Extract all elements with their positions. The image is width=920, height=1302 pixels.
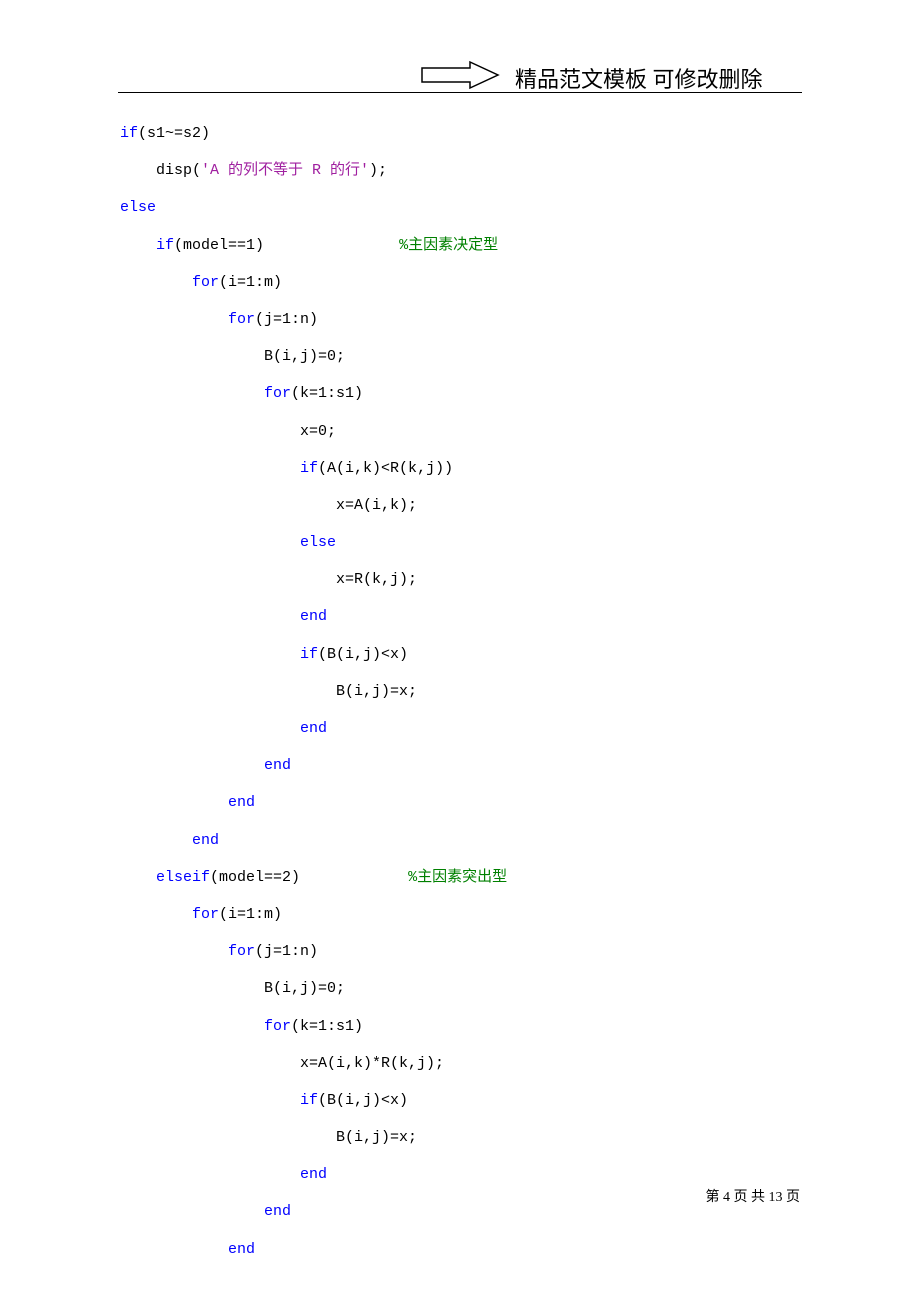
code-text: B(i,j)=0; (264, 348, 345, 365)
code-comment: %主因素突出型 (408, 869, 507, 886)
code-text: B(i,j)=x; (336, 683, 417, 700)
code-text: (j=1:n) (255, 943, 318, 960)
code-line: end (120, 822, 802, 859)
code-string: 'A 的列不等于 R 的行' (201, 162, 369, 179)
code-text: (s1~=s2) (138, 125, 210, 142)
code-line: disp('A 的列不等于 R 的行'); (120, 152, 802, 189)
code-keyword: end (192, 832, 219, 849)
code-keyword: if (300, 646, 318, 663)
code-line: for(i=1:m) (120, 264, 802, 301)
code-text: (i=1:m) (219, 274, 282, 291)
code-line: x=A(i,k)*R(k,j); (120, 1045, 802, 1082)
code-text: (model==1) (174, 237, 399, 254)
code-text: disp( (156, 162, 201, 179)
code-text: (j=1:n) (255, 311, 318, 328)
code-text: x=A(i,k)*R(k,j); (300, 1055, 444, 1072)
code-text: x=R(k,j); (336, 571, 417, 588)
code-keyword: for (228, 943, 255, 960)
code-line: if(B(i,j)<x) (120, 636, 802, 673)
code-line: end (120, 784, 802, 821)
code-line: for(j=1:n) (120, 933, 802, 970)
code-keyword: end (228, 794, 255, 811)
code-text: x=0; (300, 423, 336, 440)
code-line: if(s1~=s2) (120, 115, 802, 152)
code-keyword: end (300, 1166, 327, 1183)
code-line: for(i=1:m) (120, 896, 802, 933)
code-block: if(s1~=s2) disp('A 的列不等于 R 的行');else if(… (120, 115, 802, 1268)
code-keyword: if (300, 460, 318, 477)
code-line: for(j=1:n) (120, 301, 802, 338)
code-keyword: end (300, 720, 327, 737)
code-keyword: for (192, 274, 219, 291)
code-line: B(i,j)=0; (120, 338, 802, 375)
code-keyword: for (264, 385, 291, 402)
code-line: if(A(i,k)<R(k,j)) (120, 450, 802, 487)
code-line: else (120, 189, 802, 226)
code-line: if(model==1) %主因素决定型 (120, 227, 802, 264)
code-keyword: end (228, 1241, 255, 1258)
code-keyword: for (264, 1018, 291, 1035)
code-line: for(k=1:s1) (120, 1008, 802, 1045)
code-line: x=A(i,k); (120, 487, 802, 524)
code-line: B(i,j)=x; (120, 673, 802, 710)
code-line: end (120, 1156, 802, 1193)
code-line: B(i,j)=0; (120, 970, 802, 1007)
code-text: x=A(i,k); (336, 497, 417, 514)
code-line: x=R(k,j); (120, 561, 802, 598)
code-keyword: end (300, 608, 327, 625)
code-keyword: if (120, 125, 138, 142)
code-text: B(i,j)=x; (336, 1129, 417, 1146)
code-text: (model==2) (210, 869, 408, 886)
code-line: if(B(i,j)<x) (120, 1082, 802, 1119)
code-line: end (120, 598, 802, 635)
code-text: B(i,j)=0; (264, 980, 345, 997)
code-text: ); (369, 162, 387, 179)
code-text: (k=1:s1) (291, 1018, 363, 1035)
code-line: B(i,j)=x; (120, 1119, 802, 1156)
code-line: else (120, 524, 802, 561)
code-line: x=0; (120, 413, 802, 450)
code-line: for(k=1:s1) (120, 375, 802, 412)
code-keyword: for (192, 906, 219, 923)
code-keyword: else (120, 199, 156, 216)
code-text: (B(i,j)<x) (318, 646, 408, 663)
code-line: end (120, 710, 802, 747)
header-title: 精品范文模板 可修改删除 (515, 62, 763, 94)
arrow-icon (420, 60, 500, 90)
header-divider (118, 92, 802, 93)
code-keyword: if (300, 1092, 318, 1109)
code-text: (A(i,k)<R(k,j)) (318, 460, 453, 477)
code-keyword: else (300, 534, 336, 551)
code-line: elseif(model==2) %主因素突出型 (120, 859, 802, 896)
code-keyword: end (264, 1203, 291, 1220)
code-keyword: for (228, 311, 255, 328)
code-comment: %主因素决定型 (399, 237, 498, 254)
code-text: (i=1:m) (219, 906, 282, 923)
code-keyword: elseif (156, 869, 210, 886)
code-keyword: end (264, 757, 291, 774)
page-footer: 第 4 页 共 13 页 (706, 1186, 801, 1206)
code-line: end (120, 747, 802, 784)
code-line: end (120, 1193, 802, 1230)
code-text: (B(i,j)<x) (318, 1092, 408, 1109)
code-text: (k=1:s1) (291, 385, 363, 402)
code-line: end (120, 1231, 802, 1268)
code-keyword: if (156, 237, 174, 254)
